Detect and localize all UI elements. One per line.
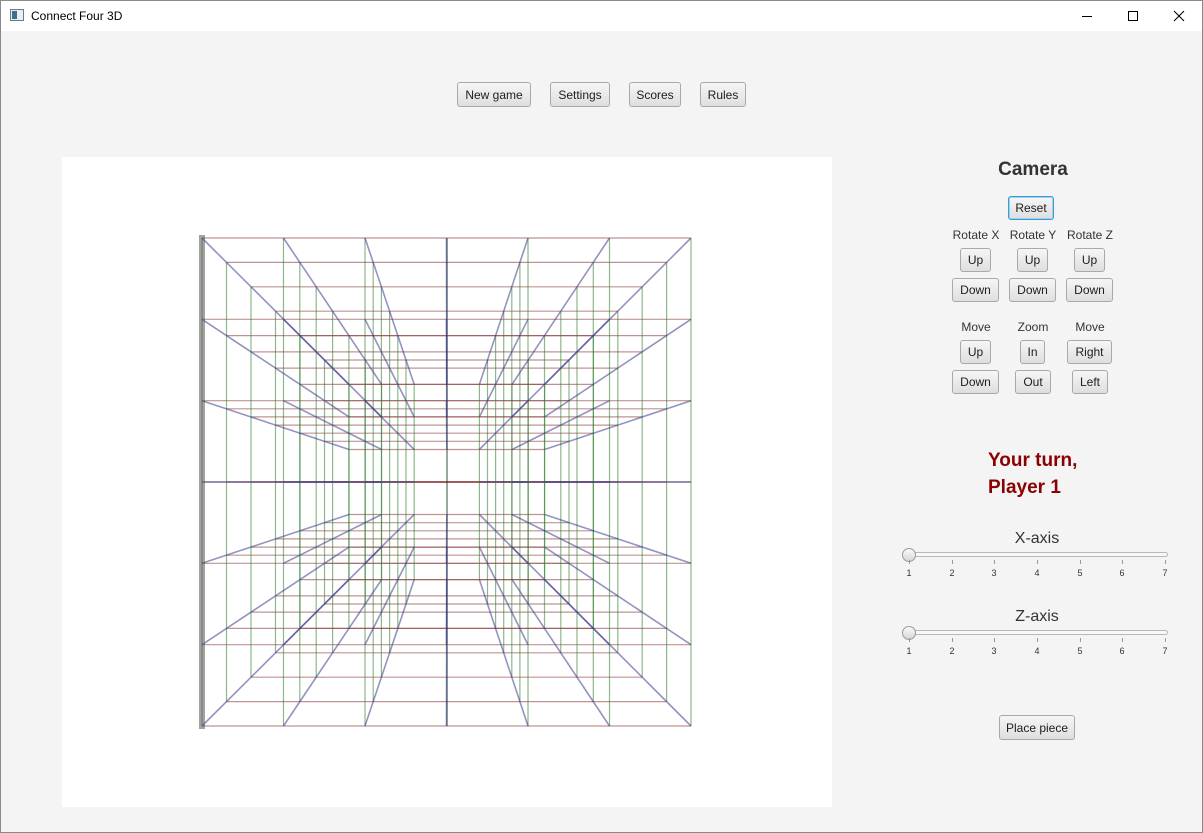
- x-axis-tick-label: 3: [991, 568, 997, 578]
- x-axis-tick: [1080, 560, 1081, 564]
- z-axis-tick-label: 6: [1119, 646, 1125, 656]
- title-bar: Connect Four 3D: [1, 1, 1202, 31]
- maximize-icon: [1128, 11, 1138, 21]
- app-window: Connect Four 3D New game Settings Scores…: [0, 0, 1203, 833]
- minimize-icon: [1082, 16, 1092, 17]
- board-grid: [199, 235, 692, 729]
- new-game-button[interactable]: New game: [457, 82, 531, 107]
- z-axis-slider-track[interactable]: [908, 630, 1168, 635]
- z-axis-tick-label: 4: [1034, 646, 1040, 656]
- z-axis-tick: [952, 638, 953, 642]
- x-axis-slider-track[interactable]: [908, 552, 1168, 557]
- move-vertical-label: Move: [961, 320, 991, 334]
- z-axis-label: Z-axis: [1015, 608, 1059, 625]
- x-axis-tick-label: 5: [1077, 568, 1083, 578]
- maximize-button[interactable]: [1110, 1, 1156, 31]
- window-title: Connect Four 3D: [31, 9, 123, 23]
- close-icon: [1173, 10, 1185, 22]
- rotate-x-down-button[interactable]: Down: [952, 278, 999, 302]
- close-button[interactable]: [1156, 1, 1202, 31]
- z-axis-tick: [994, 638, 995, 642]
- x-axis-label: X-axis: [1014, 530, 1060, 547]
- app-icon: [10, 9, 24, 21]
- z-axis-tick-label: 3: [991, 646, 997, 656]
- x-axis-tick-label: 7: [1162, 568, 1168, 578]
- move-right-button[interactable]: Right: [1067, 340, 1112, 364]
- board-frame-post: [199, 235, 205, 729]
- x-axis-tick: [952, 560, 953, 564]
- rotate-z-label: Rotate Z: [1066, 228, 1114, 242]
- rotate-x-up-button[interactable]: Up: [960, 248, 991, 272]
- move-left-button[interactable]: Left: [1072, 370, 1108, 394]
- move-up-button[interactable]: Up: [960, 340, 991, 364]
- z-axis-tick-label: 5: [1077, 646, 1083, 656]
- z-axis-tick: [1080, 638, 1081, 642]
- settings-button[interactable]: Settings: [550, 82, 610, 107]
- z-axis-tick-label: 2: [949, 646, 955, 656]
- rotate-y-up-button[interactable]: Up: [1017, 248, 1048, 272]
- rules-button[interactable]: Rules: [700, 82, 746, 107]
- zoom-out-button[interactable]: Out: [1015, 370, 1051, 394]
- z-axis-tick-label: 7: [1162, 646, 1168, 656]
- rotate-x-label: Rotate X: [952, 228, 1000, 242]
- rotate-y-down-button[interactable]: Down: [1009, 278, 1056, 302]
- rotate-z-down-button[interactable]: Down: [1066, 278, 1113, 302]
- scores-button[interactable]: Scores: [629, 82, 681, 107]
- x-axis-tick-label: 2: [949, 568, 955, 578]
- move-down-button[interactable]: Down: [952, 370, 999, 394]
- x-axis-tick: [1122, 560, 1123, 564]
- x-axis-tick-label: 6: [1119, 568, 1125, 578]
- minimize-button[interactable]: [1064, 1, 1110, 31]
- board-3d-viewport[interactable]: [62, 157, 832, 807]
- z-axis-tick: [909, 638, 910, 642]
- camera-heading: Camera: [998, 159, 1068, 180]
- x-axis-tick-label: 1: [906, 568, 912, 578]
- rotate-z-up-button[interactable]: Up: [1074, 248, 1105, 272]
- z-axis-tick: [1165, 638, 1166, 642]
- zoom-in-button[interactable]: In: [1020, 340, 1045, 364]
- x-axis-tick: [909, 560, 910, 564]
- zoom-label: Zoom: [1017, 320, 1049, 334]
- place-piece-button[interactable]: Place piece: [999, 715, 1075, 740]
- turn-status: Your turn, Player 1: [988, 447, 1077, 501]
- rotate-y-label: Rotate Y: [1009, 228, 1057, 242]
- x-axis-tick: [1037, 560, 1038, 564]
- z-axis-tick: [1122, 638, 1123, 642]
- camera-reset-button[interactable]: Reset: [1008, 196, 1054, 220]
- x-axis-tick: [1165, 560, 1166, 564]
- z-axis-tick: [1037, 638, 1038, 642]
- x-axis-tick-label: 4: [1034, 568, 1040, 578]
- turn-status-line1: Your turn,: [988, 450, 1078, 471]
- turn-status-player: Player 1: [988, 477, 1061, 498]
- move-horizontal-label: Move: [1075, 320, 1105, 334]
- x-axis-tick: [994, 560, 995, 564]
- z-axis-tick-label: 1: [906, 646, 912, 656]
